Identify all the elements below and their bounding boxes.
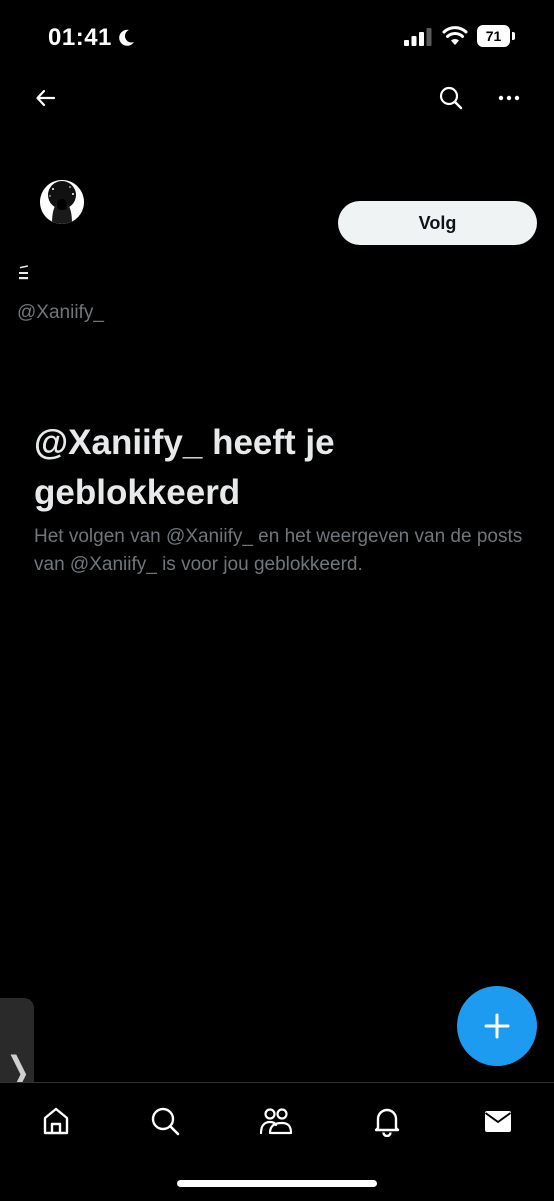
tab-home[interactable] — [34, 1099, 78, 1143]
tab-messages[interactable] — [476, 1099, 520, 1143]
battery-tip — [512, 32, 515, 40]
tab-search[interactable] — [143, 1099, 187, 1143]
communities-icon — [259, 1108, 293, 1135]
clock: 01:41 — [48, 24, 112, 51]
battery-icon: 71 — [477, 25, 517, 47]
plus-icon — [484, 1013, 510, 1039]
status-bar: 01:41 71 — [0, 0, 554, 74]
home-icon — [43, 1107, 69, 1135]
time-group: 01:41 — [48, 24, 136, 52]
moon-icon — [119, 29, 134, 46]
search-icon — [151, 1107, 180, 1136]
profile-handle: @Xaniify_ — [17, 302, 104, 323]
tab-notifications[interactable] — [365, 1099, 409, 1143]
top-nav — [0, 74, 554, 124]
blocked-title: @Xaniify_ heeft je geblokkeerd — [34, 423, 335, 512]
battery-level: 71 — [477, 25, 510, 47]
wifi-icon — [442, 26, 468, 45]
compose-button[interactable] — [457, 986, 537, 1066]
display-name-glyph — [19, 265, 29, 280]
messages-icon — [484, 1111, 512, 1132]
home-indicator[interactable] — [177, 1180, 377, 1187]
signal-icon — [404, 28, 432, 46]
avatar[interactable] — [40, 180, 84, 224]
display-name — [18, 262, 30, 282]
blocked-description: Het volgen van @Xaniify_ en het weergeve… — [34, 526, 523, 575]
follow-button[interactable]: Volg — [338, 201, 537, 245]
more-horizontal-icon — [498, 95, 520, 101]
avatar-image — [40, 180, 84, 224]
notifications-icon — [374, 1108, 400, 1137]
tab-communities[interactable] — [254, 1099, 298, 1143]
arrow-left-icon — [36, 89, 56, 107]
back-button[interactable] — [26, 78, 66, 118]
more-options-button[interactable] — [489, 78, 529, 118]
search-button[interactable] — [431, 78, 471, 118]
search-icon — [439, 86, 463, 110]
